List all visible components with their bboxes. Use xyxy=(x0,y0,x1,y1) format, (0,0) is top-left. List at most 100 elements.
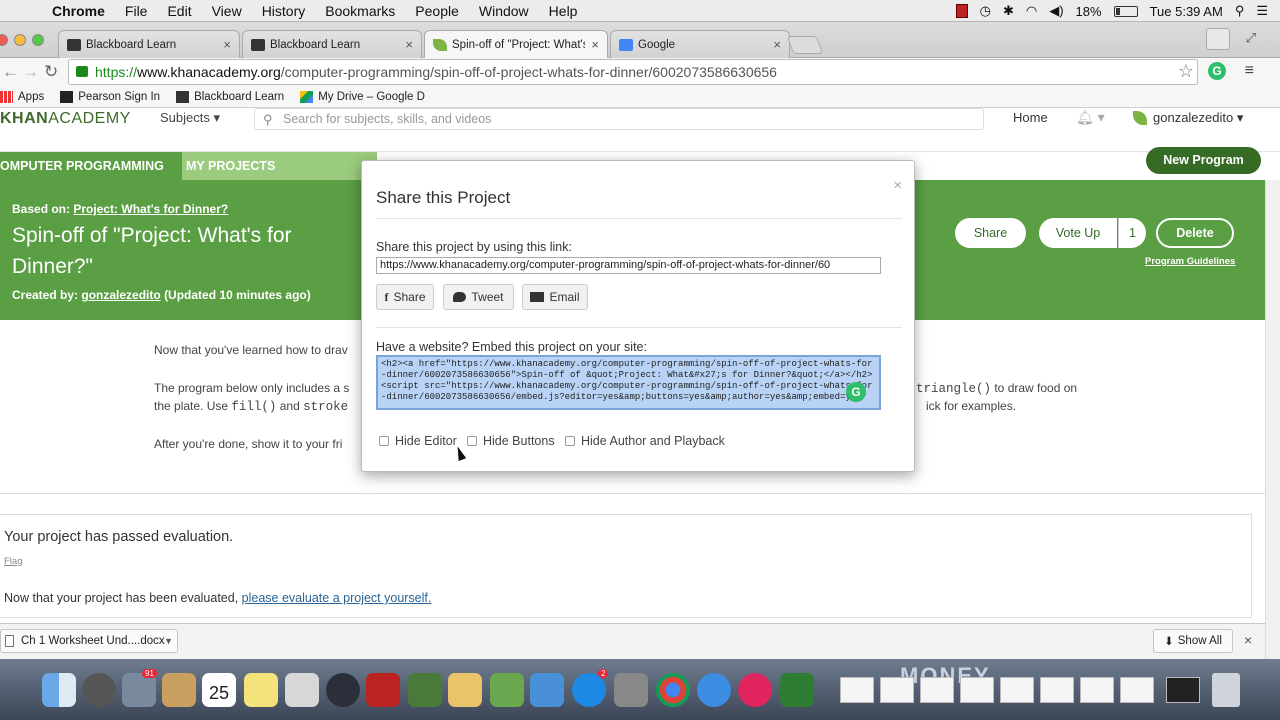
reminders-icon[interactable] xyxy=(285,673,319,707)
tab-google[interactable]: Google × xyxy=(610,30,790,58)
bookmark-apps[interactable]: Apps xyxy=(0,90,44,103)
profile-icon[interactable] xyxy=(1206,28,1230,50)
itunes-icon[interactable] xyxy=(738,673,772,707)
vote-up-button[interactable]: Vote Up xyxy=(1039,218,1117,248)
zoom-window-button[interactable] xyxy=(32,34,44,46)
based-on-link[interactable]: Project: What's for Dinner? xyxy=(73,202,228,216)
delete-button[interactable]: Delete xyxy=(1156,218,1234,248)
subjects-menu[interactable]: Subjects ▾ xyxy=(160,110,220,126)
share-button[interactable]: Share xyxy=(955,218,1026,248)
new-tab-button[interactable] xyxy=(786,36,824,54)
hide-buttons-option[interactable]: Hide Buttons xyxy=(467,434,555,448)
finder-icon[interactable] xyxy=(42,673,76,707)
address-bar[interactable]: https://www.khanacademy.org/computer-pro… xyxy=(68,59,1198,85)
download-options-icon[interactable]: ▼ xyxy=(164,636,173,646)
share-link-field[interactable]: https://www.khanacademy.org/computer-pro… xyxy=(376,257,881,274)
tab-blackboard-2[interactable]: Blackboard Learn × xyxy=(242,30,422,58)
menu-people[interactable]: People xyxy=(405,3,469,19)
minimized-window-thumb[interactable] xyxy=(960,677,994,703)
close-tab-icon[interactable]: × xyxy=(591,37,599,52)
tab-my-projects[interactable]: MY PROJECTS xyxy=(182,152,377,180)
minimized-window-thumb[interactable] xyxy=(1000,677,1034,703)
hide-editor-checkbox[interactable] xyxy=(379,436,389,446)
notes-icon[interactable] xyxy=(244,673,278,707)
pages-icon[interactable] xyxy=(448,673,482,707)
menu-view[interactable]: View xyxy=(202,3,252,19)
close-tab-icon[interactable]: × xyxy=(405,37,413,52)
hide-buttons-checkbox[interactable] xyxy=(467,436,477,446)
minimized-window-thumb[interactable] xyxy=(840,677,874,703)
hide-author-checkbox[interactable] xyxy=(565,436,575,446)
modal-close-icon[interactable]: × xyxy=(893,177,902,194)
back-icon[interactable]: ← xyxy=(2,62,19,82)
minimized-window-thumb[interactable] xyxy=(1080,677,1114,703)
volume-icon[interactable]: ◀) xyxy=(1049,3,1063,19)
record-icon[interactable] xyxy=(955,4,968,18)
notification-bell-icon[interactable]: 🔔︎ ▾ xyxy=(1076,109,1105,126)
menu-help[interactable]: Help xyxy=(539,3,588,19)
download-item[interactable]: Ch 1 Worksheet Und....docx ▼ xyxy=(0,629,178,653)
reload-icon[interactable]: ↻ xyxy=(44,62,58,82)
clock[interactable]: Tue 5:39 AM xyxy=(1150,4,1223,19)
hide-author-option[interactable]: Hide Author and Playback xyxy=(565,434,725,448)
menu-file[interactable]: File xyxy=(115,3,158,19)
show-all-downloads-button[interactable]: ⬇ Show All xyxy=(1153,629,1233,653)
menu-history[interactable]: History xyxy=(252,3,316,19)
forward-icon[interactable]: → xyxy=(22,62,39,82)
grammarly-extension-icon[interactable]: G xyxy=(1208,62,1226,80)
bookmark-google-drive[interactable]: My Drive – Google D xyxy=(300,90,425,103)
facebook-share-button[interactable]: f Share xyxy=(376,284,434,310)
bookmark-pearson[interactable]: Pearson Sign In xyxy=(60,90,160,103)
close-window-button[interactable] xyxy=(0,34,8,46)
flag-link[interactable]: Flag xyxy=(4,556,22,567)
embed-code-textarea[interactable]: <h2><a href="https://www.khanacademy.org… xyxy=(376,355,881,410)
hide-editor-option[interactable]: Hide Editor xyxy=(379,434,457,448)
menu-app-name[interactable]: Chrome xyxy=(42,3,115,19)
author-link[interactable]: gonzalezedito xyxy=(81,288,160,302)
preview-icon[interactable] xyxy=(122,673,156,707)
bookmark-blackboard[interactable]: Blackboard Learn xyxy=(176,90,284,103)
new-program-button[interactable]: New Program xyxy=(1146,147,1261,174)
menu-edit[interactable]: Edit xyxy=(157,3,201,19)
app-store-icon[interactable] xyxy=(572,673,606,707)
launchpad-icon[interactable] xyxy=(82,673,116,707)
time-machine-icon[interactable]: ◷ xyxy=(980,3,991,19)
close-tab-icon[interactable]: × xyxy=(773,37,781,52)
tab-blackboard-1[interactable]: Blackboard Learn × xyxy=(58,30,240,58)
spotlight-search-icon[interactable]: ⚲ xyxy=(1235,3,1245,19)
evaluate-project-link[interactable]: please evaluate a project yourself. xyxy=(242,591,432,605)
close-tab-icon[interactable]: × xyxy=(223,37,231,52)
grammarly-icon[interactable]: G xyxy=(846,382,866,402)
notification-center-icon[interactable]: ☰ xyxy=(1256,3,1268,19)
minimized-window-thumb[interactable] xyxy=(880,677,914,703)
fullscreen-icon[interactable]: ⤢ xyxy=(1246,30,1256,46)
khan-academy-logo[interactable]: KHANACADEMY xyxy=(0,110,131,128)
minimized-window-thumb[interactable] xyxy=(1120,677,1154,703)
camtasia-icon[interactable] xyxy=(780,673,814,707)
trash-icon[interactable] xyxy=(1212,673,1240,707)
page-scrollbar[interactable] xyxy=(1265,180,1280,660)
menu-window[interactable]: Window xyxy=(469,3,539,19)
program-guidelines-link[interactable]: Program Guidelines xyxy=(1145,256,1235,267)
minimize-window-button[interactable] xyxy=(14,34,26,46)
photo-booth-icon[interactable] xyxy=(366,673,400,707)
site-search-input[interactable]: ⚲ Search for subjects, skills, and video… xyxy=(254,108,984,130)
chrome-menu-icon[interactable]: ≡ xyxy=(1245,62,1254,80)
email-share-button[interactable]: Email xyxy=(522,284,588,310)
numbers-icon[interactable] xyxy=(490,673,524,707)
battery-icon[interactable] xyxy=(1113,5,1138,17)
chrome-icon[interactable] xyxy=(656,673,690,707)
bookmark-star-icon[interactable]: ☆ xyxy=(1178,61,1194,82)
system-preferences-icon[interactable] xyxy=(614,673,648,707)
minimized-window-thumb[interactable] xyxy=(1040,677,1074,703)
iphoto-icon[interactable] xyxy=(408,673,442,707)
safari-icon[interactable] xyxy=(697,673,731,707)
contacts-icon[interactable] xyxy=(162,673,196,707)
minimized-window-thumb[interactable] xyxy=(1166,677,1200,703)
home-link[interactable]: Home xyxy=(1013,110,1048,125)
tab-computer-programming[interactable]: OMPUTER PROGRAMMING xyxy=(0,152,182,180)
wifi-icon[interactable]: ◠ xyxy=(1026,3,1037,19)
minimized-window-thumb[interactable] xyxy=(920,677,954,703)
bluetooth-icon[interactable]: ✱ xyxy=(1003,3,1014,19)
menu-bookmarks[interactable]: Bookmarks xyxy=(315,3,405,19)
